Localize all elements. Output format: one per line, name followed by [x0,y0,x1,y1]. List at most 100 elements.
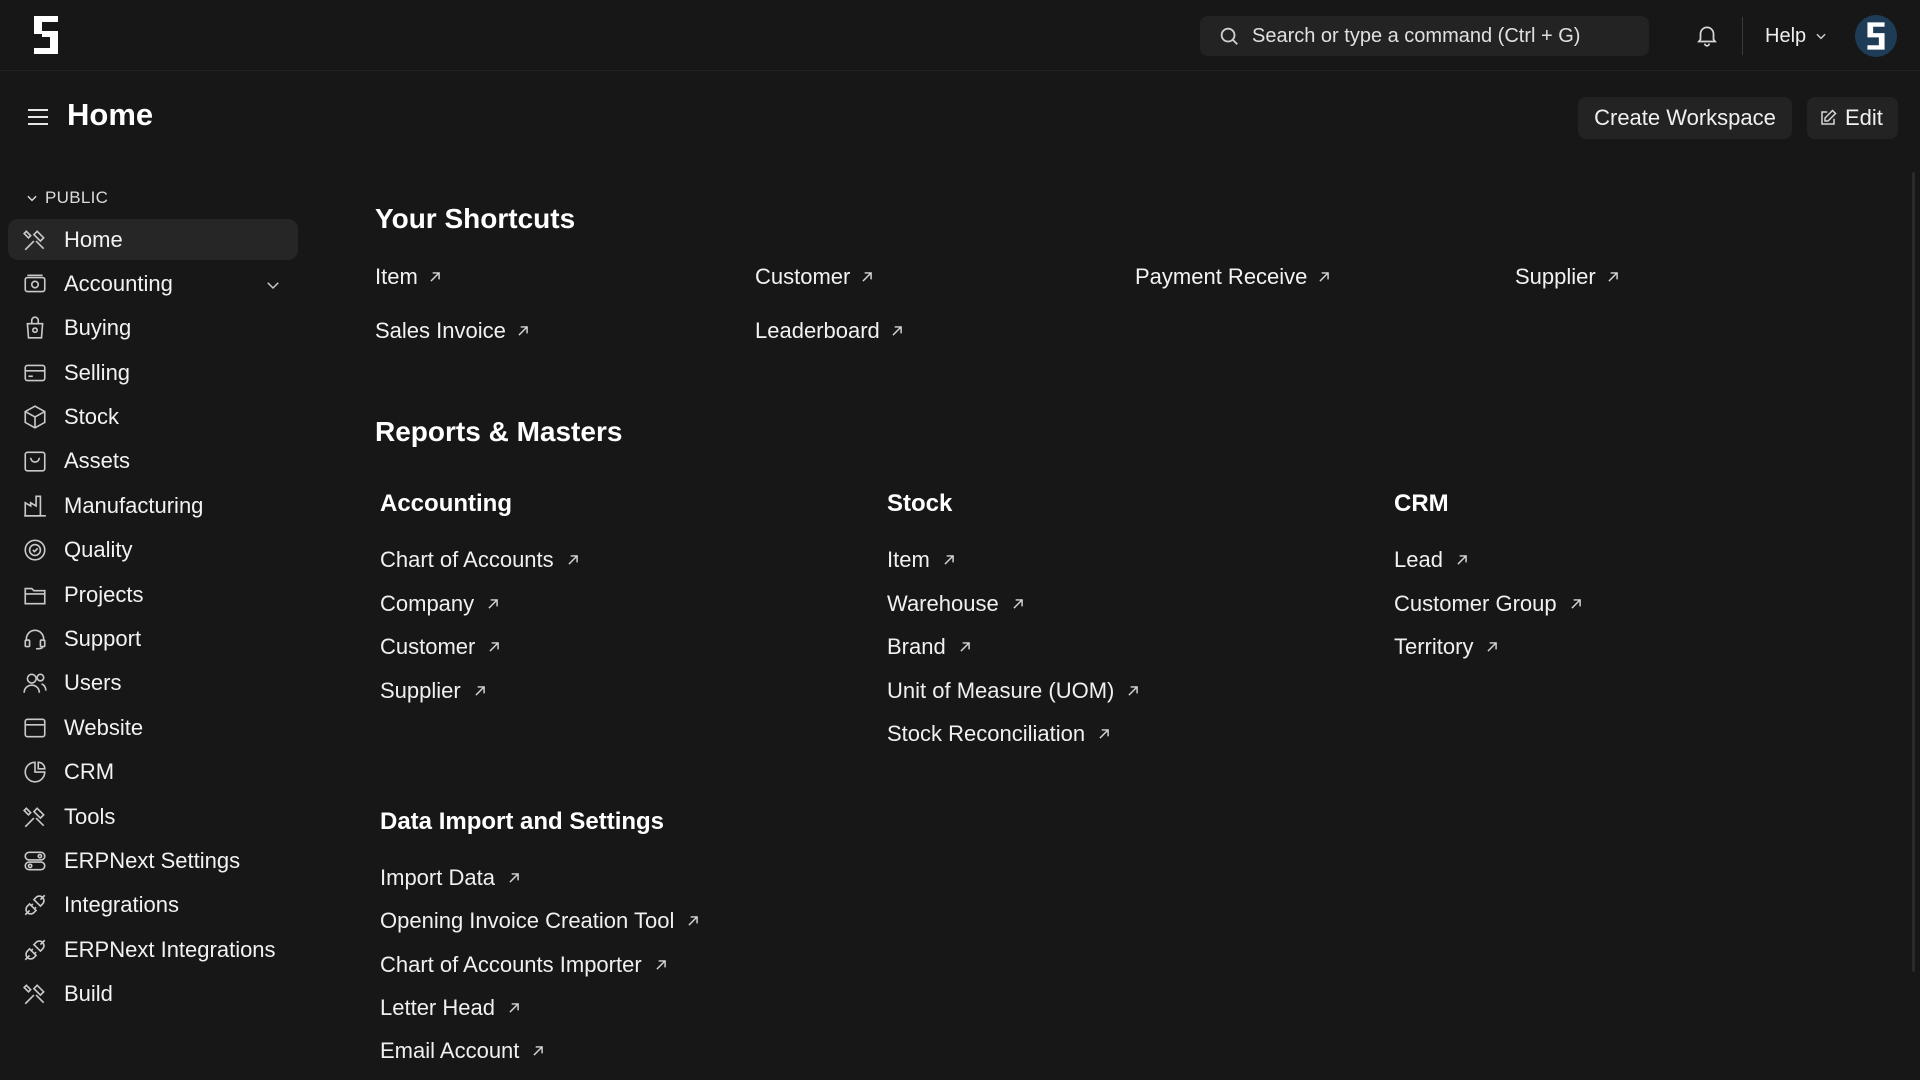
page-title: Home [67,97,154,132]
shortcut-label: Sales Invoice [375,318,506,343]
card-title-accounting: Accounting [380,490,512,517]
shortcut-label: Payment Receive [1135,264,1308,289]
link-stock-reconciliation[interactable]: Stock Reconciliation [887,721,1111,747]
card-title-crm: CRM [1394,490,1449,517]
arrow-up-right-icon [686,914,700,928]
sidebar-item-quality[interactable]: Quality [8,530,298,571]
sidebar-item-stock[interactable]: Stock [8,397,298,438]
awesome-bar[interactable] [1200,16,1649,56]
reports-masters-title: Reports & Masters [375,416,623,447]
sidebar-item-support[interactable]: Support [8,619,298,660]
link-territory[interactable]: Territory [1394,634,1499,660]
shortcut-customer[interactable]: Customer [755,264,874,290]
shortcuts-title: Your Shortcuts [375,203,576,234]
tools-icon [22,981,48,1007]
sidebar-item-label: Tools [64,803,116,829]
sidebar-item-selling[interactable]: Selling [8,352,298,393]
shortcut-leaderboard[interactable]: Leaderboard [755,318,904,344]
link-customer[interactable]: Customer [380,634,501,660]
sidebar-item-label: ERPNext Integrations [64,936,276,962]
chevron-down-icon [25,191,39,205]
sidebar-item-integrations[interactable]: Integrations [8,885,298,926]
link-supplier[interactable]: Supplier [380,678,487,704]
sidebar-item-accounting[interactable]: Accounting [8,263,298,304]
crm-icon [22,759,48,785]
user-avatar[interactable] [1855,15,1897,57]
link-unit-of-measure[interactable]: Unit of Measure (UOM) [887,678,1140,704]
sidebar-item-tools[interactable]: Tools [8,796,298,837]
integrations-icon [22,892,48,918]
website-icon [22,715,48,741]
sidebar: Home Accounting Buying Selling Stock Ass… [8,219,298,1018]
link-label: Supplier [380,678,461,703]
sidebar-item-crm[interactable]: CRM [8,752,298,793]
link-label: Unit of Measure (UOM) [887,678,1115,703]
sidebar-item-erpnext-integrations[interactable]: ERPNext Integrations [8,929,298,970]
sidebar-item-label: Home [64,226,123,252]
link-label: Customer Group [1394,591,1557,616]
sidebar-item-manufacturing[interactable]: Manufacturing [8,485,298,526]
sidebar-item-users[interactable]: Users [8,663,298,704]
sidebar-item-label: Projects [64,581,144,607]
edit-icon [1819,109,1837,127]
arrow-up-right-icon [531,1044,545,1058]
arrow-up-right-icon [486,597,500,611]
sidebar-item-erpnext-settings[interactable]: ERPNext Settings [8,840,298,881]
quality-icon [22,537,48,563]
sidebar-toggle-icon[interactable] [26,105,50,129]
help-dropdown[interactable]: Help [1765,22,1828,50]
link-letter-head[interactable]: Letter Head [380,995,521,1021]
link-label: Stock Reconciliation [887,721,1086,746]
integrations-icon [22,937,48,963]
sidebar-item-assets[interactable]: Assets [8,441,298,482]
arrow-up-right-icon [1126,684,1140,698]
arrow-up-right-icon [1455,553,1469,567]
link-import-data[interactable]: Import Data [380,865,521,891]
page-scrollbar[interactable] [1912,172,1915,972]
link-chart-of-accounts-importer[interactable]: Chart of Accounts Importer [380,952,668,978]
shortcut-label: Leaderboard [755,318,880,343]
arrow-up-right-icon [507,1001,521,1015]
link-lead[interactable]: Lead [1394,547,1469,573]
sidebar-item-website[interactable]: Website [8,707,298,748]
link-email-account[interactable]: Email Account [380,1038,545,1064]
arrow-up-right-icon [942,553,956,567]
arrow-up-right-icon [1569,597,1583,611]
accounting-icon [22,271,48,297]
link-warehouse[interactable]: Warehouse [887,591,1025,617]
sidebar-item-label: Buying [64,315,132,341]
sidebar-item-label: Assets [64,448,131,474]
sidebar-item-build[interactable]: Build [8,974,298,1015]
chevron-down-icon[interactable] [264,276,282,294]
notification-bell-icon[interactable] [1694,22,1720,48]
arrow-up-right-icon [654,958,668,972]
arrow-up-right-icon [890,324,904,338]
create-workspace-button[interactable]: Create Workspace [1578,97,1792,139]
shortcut-label: Supplier [1515,264,1596,289]
shortcut-sales-invoice[interactable]: Sales Invoice [375,318,530,344]
sidebar-item-label: Manufacturing [64,492,204,518]
link-label: Import Data [380,865,495,890]
link-company[interactable]: Company [380,591,500,617]
sidebar-item-buying[interactable]: Buying [8,308,298,349]
link-item[interactable]: Item [887,547,956,573]
link-brand[interactable]: Brand [887,634,972,660]
link-customer-group[interactable]: Customer Group [1394,591,1583,617]
sidebar-item-label: Users [64,670,122,696]
edit-button[interactable]: Edit [1807,97,1898,139]
stock-icon [22,404,48,430]
sidebar-item-home[interactable]: Home [8,219,298,260]
shortcut-supplier[interactable]: Supplier [1515,264,1620,290]
shortcut-payment-receive[interactable]: Payment Receive [1135,264,1331,290]
manufacturing-icon [22,493,48,519]
support-icon [22,626,48,652]
sidebar-section-public[interactable]: PUBLIC [25,188,108,208]
shortcut-item[interactable]: Item [375,264,442,290]
search-input[interactable] [1252,24,1632,48]
sidebar-item-projects[interactable]: Projects [8,574,298,615]
link-opening-invoice-creation-tool[interactable]: Opening Invoice Creation Tool [380,908,700,934]
link-chart-of-accounts[interactable]: Chart of Accounts [380,547,580,573]
sidebar-item-label: Integrations [64,892,179,918]
app-logo-icon[interactable] [31,14,61,56]
link-label: Letter Head [380,995,495,1020]
